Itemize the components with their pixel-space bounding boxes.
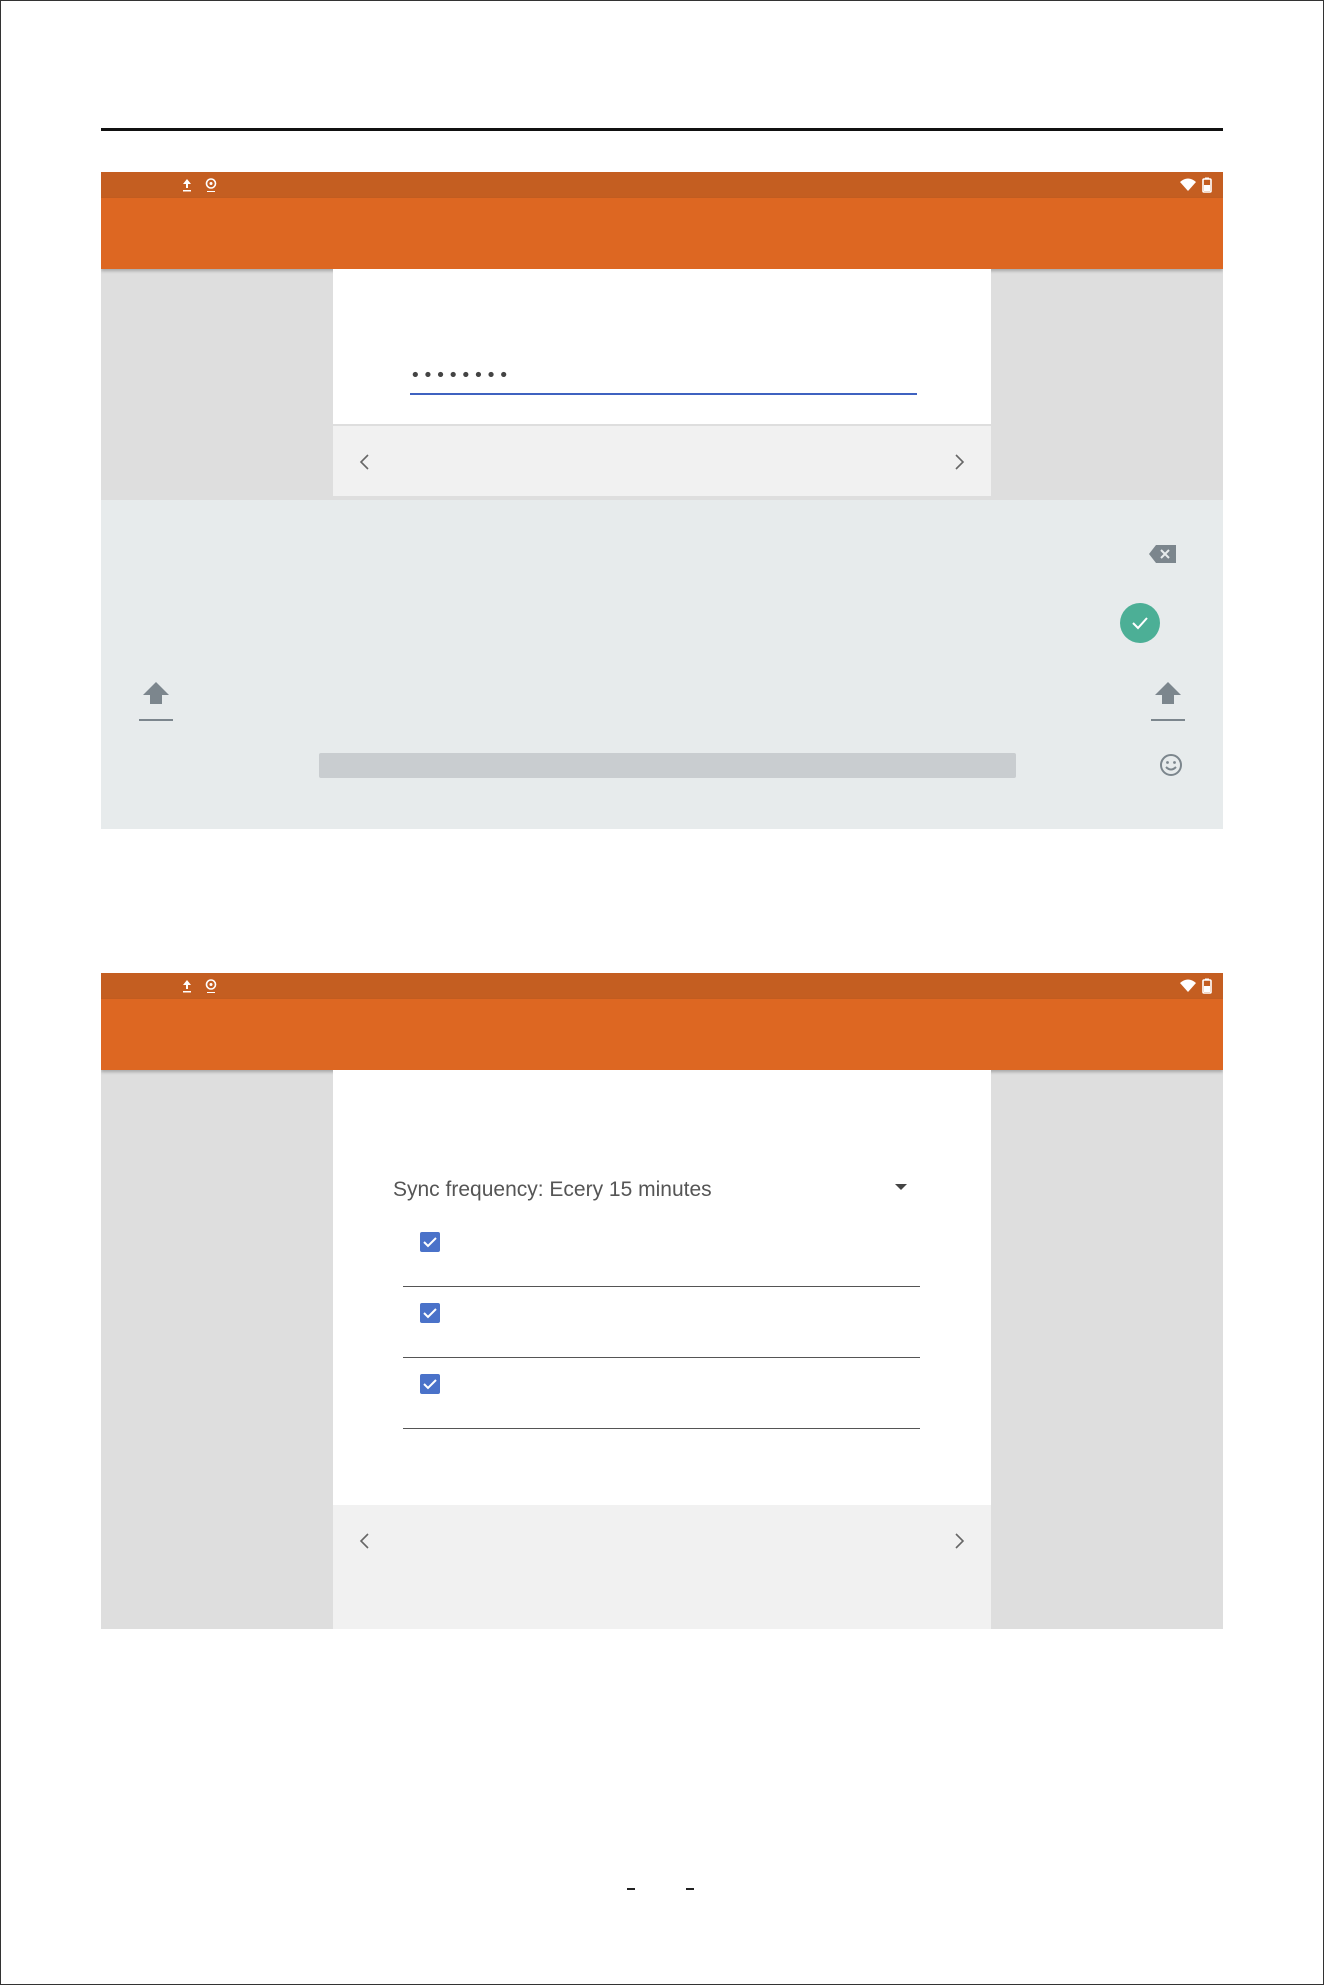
status-bar (101, 973, 1223, 999)
screenshot-sync: Sync frequency: Ecery 15 minutes (101, 973, 1223, 1629)
emoji-icon[interactable] (1158, 752, 1184, 778)
location-pin-icon (205, 979, 217, 993)
battery-icon (1202, 177, 1212, 193)
soft-keyboard (101, 500, 1223, 829)
upload-icon (183, 179, 191, 192)
password-field[interactable]: •••••••• (410, 363, 917, 395)
sync-settings-dialog: Sync frequency: Ecery 15 minutes (333, 1070, 991, 1505)
sync-frequency-label: Sync frequency: Ecery 15 minutes (393, 1178, 712, 1201)
list-item (403, 1287, 920, 1358)
password-dialog: •••••••• (333, 269, 991, 424)
battery-icon (1202, 978, 1212, 994)
step-nav-bar (333, 426, 991, 496)
spacebar[interactable] (319, 753, 1016, 778)
chevron-right-icon[interactable] (947, 1529, 971, 1553)
list-item (403, 1216, 920, 1287)
wifi-icon (1180, 178, 1196, 191)
sync-frequency-dropdown[interactable]: Sync frequency: Ecery 15 minutes (393, 1172, 923, 1206)
status-bar (101, 172, 1223, 198)
screenshot-password: •••••••• (101, 172, 1223, 829)
checkmark-icon (423, 1308, 437, 1319)
checkmark-icon (423, 1379, 437, 1390)
location-pin-icon (205, 178, 217, 192)
header-rule (101, 128, 1223, 131)
shift-icon[interactable] (138, 680, 174, 722)
footer-mark (686, 1888, 694, 1890)
chevron-left-icon[interactable] (353, 450, 377, 474)
app-toolbar (101, 999, 1223, 1070)
footer-mark (627, 1888, 635, 1890)
done-check-icon (1132, 617, 1148, 630)
upload-icon (183, 980, 191, 993)
shift-icon[interactable] (1150, 680, 1186, 722)
dropdown-arrow-icon (895, 1184, 907, 1190)
wifi-icon (1180, 979, 1196, 992)
app-toolbar (101, 198, 1223, 269)
checkbox[interactable] (420, 1232, 440, 1252)
backspace-icon[interactable] (1148, 543, 1178, 565)
checkmark-icon (423, 1237, 437, 1248)
chevron-right-icon[interactable] (947, 450, 971, 474)
checkbox[interactable] (420, 1303, 440, 1323)
list-item (403, 1358, 920, 1429)
done-button[interactable] (1120, 603, 1160, 643)
checkbox[interactable] (420, 1374, 440, 1394)
chevron-left-icon[interactable] (353, 1529, 377, 1553)
password-value: •••••••• (410, 365, 511, 386)
step-nav-bar (333, 1505, 991, 1629)
